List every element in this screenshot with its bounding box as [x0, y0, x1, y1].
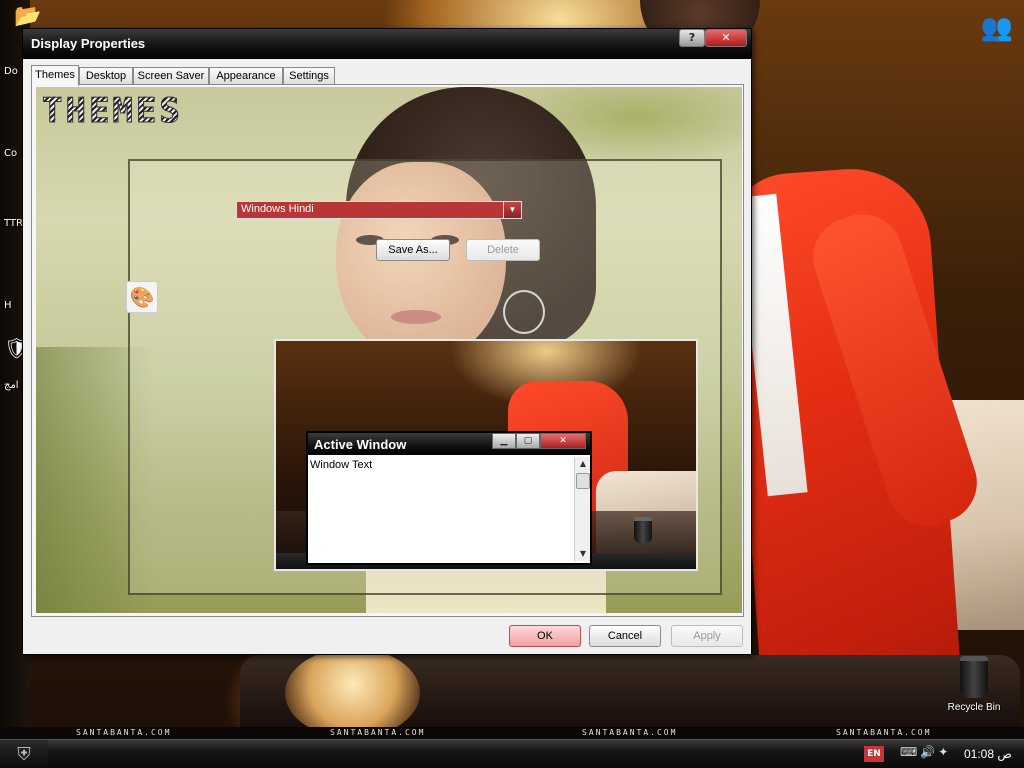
preview-recycle-bin-icon: [634, 517, 652, 543]
wand-icon[interactable]: ✦: [938, 745, 951, 759]
watermark-text: SANTABANTA.COM: [836, 728, 932, 737]
maximize-icon: ▢: [516, 433, 540, 449]
watermark-text: SANTABANTA.COM: [76, 728, 172, 737]
save-as-button[interactable]: Save As...: [376, 239, 450, 261]
scroll-thumb: [576, 473, 590, 489]
preview-scrollbar: ▲ ▼: [574, 457, 590, 561]
delete-button[interactable]: Delete: [466, 239, 540, 261]
wallpaper-headlamp: [285, 648, 420, 738]
theme-select-value: Windows Hindi: [241, 203, 314, 215]
scroll-up-icon: ▲: [579, 459, 587, 468]
watermark-text: SANTABANTA.COM: [330, 728, 426, 737]
taskbar-clock[interactable]: 01:08 ص: [964, 747, 1020, 763]
watermark-strip: SANTABANTA.COM SANTABANTA.COM SANTABANTA…: [0, 727, 1024, 739]
tab-appearance[interactable]: Appearance: [209, 67, 283, 85]
preview-window-titlebar: Active Window ▁ ▢ ✕: [308, 433, 590, 455]
display-properties-dialog: Display Properties ? ✕ Themes Desktop Sc…: [22, 28, 752, 655]
transformers-logo-icon: ⛨: [17, 744, 31, 765]
themes-heading: THEMES: [42, 91, 272, 132]
dialog-title: Display Properties: [31, 36, 146, 51]
tab-themes[interactable]: Themes: [31, 65, 79, 86]
help-button[interactable]: ?: [679, 29, 705, 47]
theme-select[interactable]: Windows Hindi ▼: [236, 201, 522, 219]
trash-can-icon: [960, 656, 988, 698]
tab-settings[interactable]: Settings: [283, 67, 335, 85]
preview-window-text: Window Text: [310, 459, 373, 471]
system-tray: ⌨🔊✦: [900, 745, 958, 763]
dialog-titlebar[interactable]: Display Properties ? ✕: [23, 29, 751, 59]
cancel-button[interactable]: Cancel: [589, 625, 661, 647]
volume-icon[interactable]: 🔊: [920, 745, 938, 759]
themes-tab-panel: THEMES Windows Hindi ▼ Save As... Delete…: [31, 84, 744, 617]
network-icon[interactable]: ⌨: [900, 745, 920, 759]
cartoon-characters-icon[interactable]: 👥: [974, 8, 1020, 48]
scroll-down-icon: ▼: [579, 549, 587, 558]
recycle-bin-label: Recycle Bin: [947, 702, 1001, 713]
watermark-text: SANTABANTA.COM: [582, 728, 678, 737]
taskbar: ⛨ EN ⌨🔊✦ 01:08 ص: [0, 739, 1024, 768]
tab-screen-saver[interactable]: Screen Saver: [133, 67, 209, 85]
recycle-bin-icon[interactable]: Recycle Bin: [944, 656, 1004, 713]
tab-desktop[interactable]: Desktop: [79, 67, 133, 85]
language-indicator[interactable]: EN: [864, 746, 884, 762]
preview-window-title: Active Window: [314, 437, 407, 452]
close-icon: ✕: [540, 433, 586, 449]
chevron-down-icon[interactable]: ▼: [503, 202, 521, 218]
start-button[interactable]: ⛨: [0, 740, 48, 768]
close-button[interactable]: ✕: [705, 29, 747, 47]
close-icon: ✕: [721, 31, 731, 44]
palette-icon: 🎨: [126, 281, 158, 313]
apply-button[interactable]: Apply: [671, 625, 743, 647]
preview-active-window: Active Window ▁ ▢ ✕ Window Text ▲ ▼: [306, 431, 592, 565]
ok-button[interactable]: OK: [509, 625, 581, 647]
minimize-icon: ▁: [492, 433, 516, 449]
